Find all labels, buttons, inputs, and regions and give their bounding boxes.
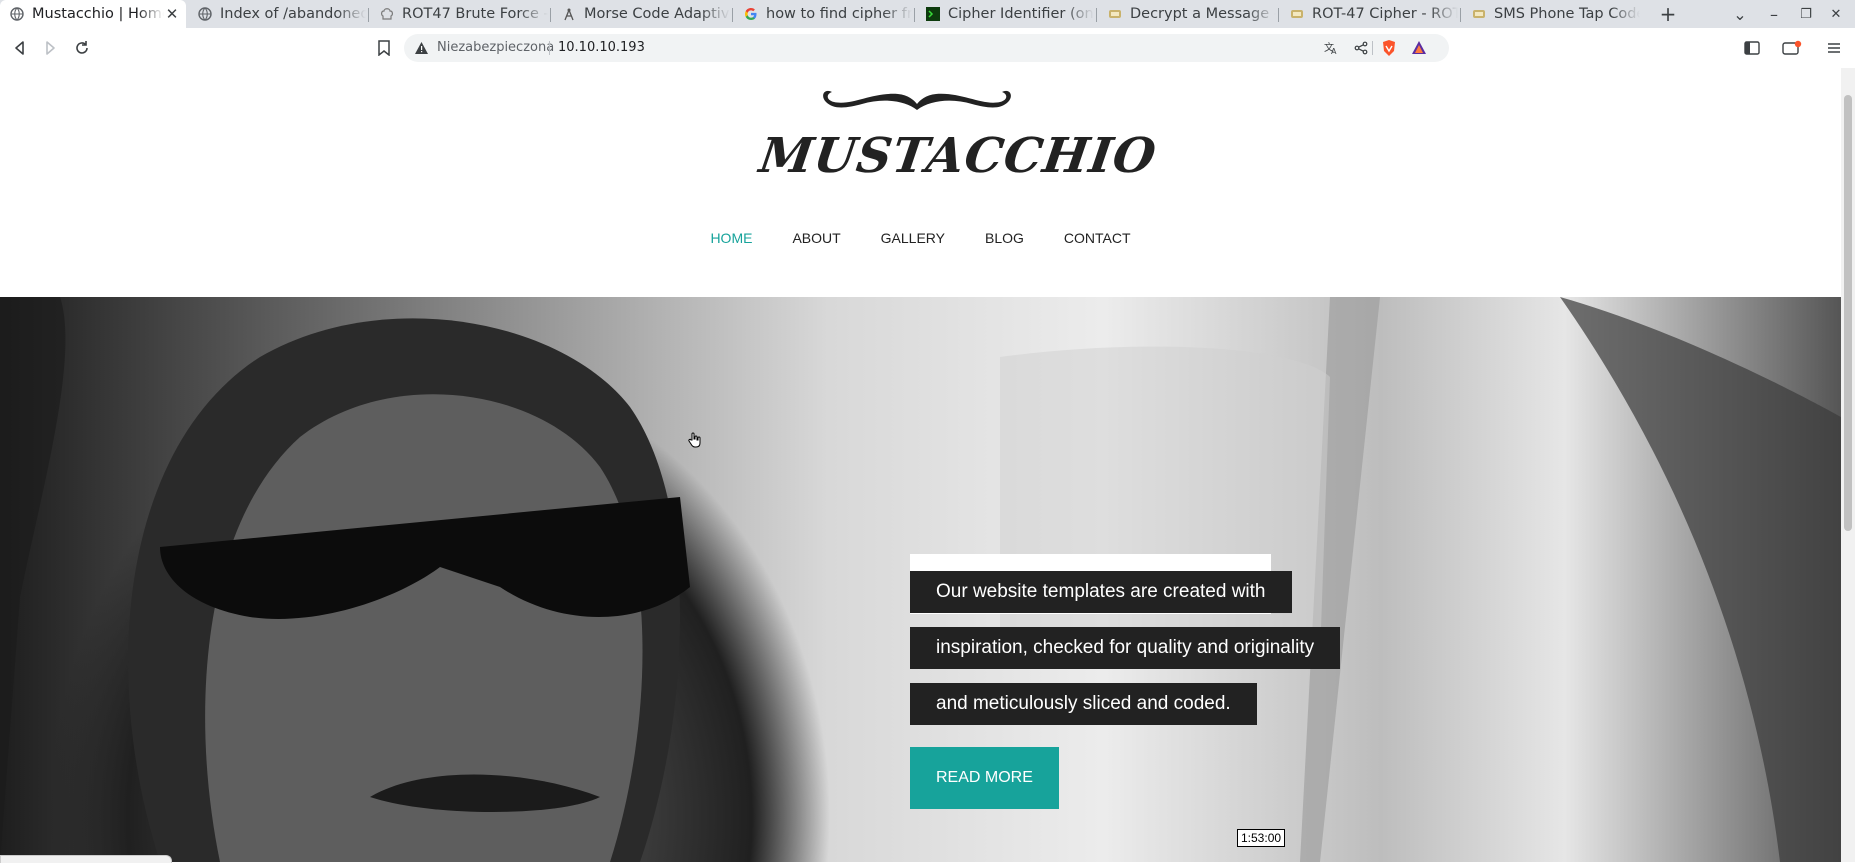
sidebar-icon — [1744, 41, 1760, 55]
timer-overlay: 1:53:00 — [1237, 829, 1286, 847]
tab-8[interactable]: SMS Phone Tap Code - — [1462, 0, 1640, 28]
tab-title: ROT47 Brute Force - Cy — [402, 6, 548, 22]
back-arrow-icon — [15, 41, 24, 55]
tab-separator — [914, 8, 915, 22]
warning-icon[interactable] — [414, 40, 429, 59]
hero-text-line-2: inspiration, checked for quality and ori… — [910, 627, 1341, 669]
url-text[interactable]: 10.10.10.193 — [558, 40, 645, 55]
forward-button[interactable] — [38, 36, 62, 60]
restore-button[interactable]: ❐ — [1794, 0, 1818, 28]
wallet-button[interactable] — [1780, 36, 1804, 60]
svg-text:A: A — [1331, 47, 1337, 55]
menu-button[interactable] — [1822, 36, 1846, 60]
nav-home-link[interactable]: HOME — [710, 230, 752, 246]
browser-toolbar: Niezabezpieczona 10.10.10.193 文A — [0, 28, 1855, 69]
logo-wordmark: MUSTACCHIO — [756, 128, 1160, 184]
hero-text-line-1: Our website templates are created with — [910, 571, 1292, 613]
hero-text-line-3: and meticulously sliced and coded. — [910, 683, 1257, 725]
tab-separator — [1460, 8, 1461, 22]
address-divider — [549, 41, 550, 55]
tab-5[interactable]: Cipher Identifier (onli — [916, 0, 1094, 28]
translate-icon[interactable]: 文A — [1322, 39, 1340, 57]
tab-0[interactable]: Mustacchio | Home ✕ — [0, 0, 186, 28]
tab-4[interactable]: how to find cipher fro — [734, 0, 912, 28]
tab-title: ROT-47 Cipher - ROT4 — [1312, 6, 1458, 22]
nav-blog-link[interactable]: BLOG — [985, 230, 1024, 246]
close-window-button[interactable]: ✕ — [1824, 0, 1848, 28]
reload-button[interactable] — [70, 36, 94, 60]
boxentriq-icon — [1108, 7, 1122, 21]
forward-arrow-icon — [46, 41, 55, 55]
tab-title: Index of /abandonedRo — [220, 6, 366, 22]
hand-cursor-icon — [688, 432, 701, 448]
main-nav: HOME ABOUT GALLERY BLOG CONTACT — [0, 230, 1841, 246]
scrollbar-thumb[interactable] — [1844, 95, 1852, 531]
tab-title: Decrypt a Message - Ci — [1130, 6, 1276, 22]
wallet-icon — [1782, 40, 1802, 55]
page-content: MUSTACCHIO HOME ABOUT GALLERY BLOG CONTA… — [0, 68, 1841, 862]
tab-separator — [732, 8, 733, 22]
tab-7[interactable]: ROT-47 Cipher - ROT4 — [1280, 0, 1458, 28]
dcode-icon — [926, 7, 940, 21]
boxentriq-icon — [1290, 7, 1304, 21]
tab-separator — [1278, 8, 1279, 22]
tab-strip: Mustacchio | Home ✕ Index of /abandoned R… — [0, 0, 1855, 28]
tab-separator — [550, 8, 551, 22]
tab-2[interactable]: ROT47 Brute Force - Cy — [370, 0, 548, 28]
tab-1[interactable]: Index of /abandonedRo — [188, 0, 366, 28]
brave-shield-icon[interactable] — [1380, 39, 1398, 57]
read-more-button[interactable]: READ MORE — [910, 747, 1059, 809]
share-icon[interactable] — [1352, 39, 1370, 57]
tab-title: Mustacchio | Home — [32, 6, 164, 22]
tab-search-dropdown-icon[interactable]: ⌄ — [1728, 0, 1752, 28]
bookmark-icon — [378, 40, 390, 56]
nav-about-link[interactable]: ABOUT — [792, 230, 840, 246]
boxentriq-icon — [1472, 7, 1486, 21]
minimize-button[interactable]: – — [1762, 0, 1786, 28]
tab-title: SMS Phone Tap Code - — [1494, 6, 1640, 22]
security-label[interactable]: Niezabezpieczona — [437, 40, 554, 55]
address-bar[interactable]: Niezabezpieczona 10.10.10.193 文A — [404, 34, 1449, 62]
bookmark-button[interactable] — [372, 36, 396, 60]
tab-title: Cipher Identifier (onli — [948, 6, 1094, 22]
tab-6[interactable]: Decrypt a Message - Ci — [1098, 0, 1276, 28]
google-icon — [744, 7, 758, 21]
chef-hat-icon — [380, 7, 394, 21]
radio-tower-icon — [562, 7, 576, 21]
tab-3[interactable]: Morse Code Adaptive R — [552, 0, 730, 28]
back-button[interactable] — [8, 36, 32, 60]
brave-rewards-icon[interactable] — [1410, 39, 1428, 57]
tab-close-icon[interactable]: ✕ — [164, 5, 180, 23]
tab-title: how to find cipher fro — [766, 6, 912, 22]
globe-icon — [198, 7, 212, 21]
tab-title: Morse Code Adaptive R — [584, 6, 730, 22]
site-logo[interactable]: MUSTACCHIO — [756, 86, 1160, 186]
hamburger-menu-icon — [1828, 43, 1840, 53]
sidebar-toggle-button[interactable] — [1740, 36, 1764, 60]
mustache-icon — [823, 90, 1011, 110]
nav-gallery-link[interactable]: GALLERY — [881, 230, 945, 246]
nav-contact-link[interactable]: CONTACT — [1064, 230, 1131, 246]
tab-separator — [1096, 8, 1097, 22]
new-tab-button[interactable]: + — [1656, 0, 1680, 28]
globe-icon — [10, 7, 24, 21]
omnibox-divider — [1372, 41, 1373, 55]
reload-icon — [76, 41, 88, 54]
tab-separator — [368, 8, 369, 22]
